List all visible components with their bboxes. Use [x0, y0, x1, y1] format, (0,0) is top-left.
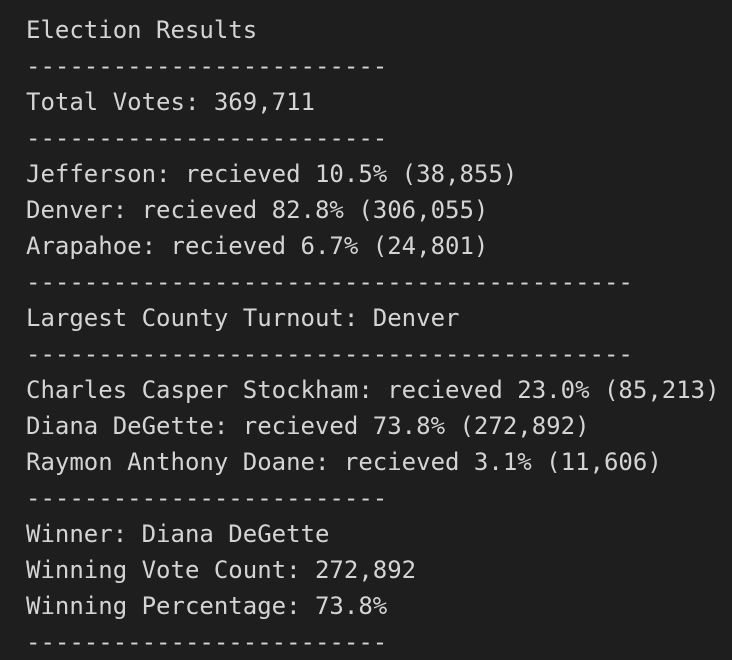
separator-line: -------------------------	[26, 52, 388, 80]
county-result-arapahoe: Arapahoe: recieved 6.7% (24,801)	[26, 232, 489, 260]
total-votes: Total Votes: 369,711	[26, 88, 315, 116]
candidate-result-doane: Raymon Anthony Doane: recieved 3.1% (11,…	[26, 448, 662, 476]
winning-percentage: Winning Percentage: 73.8%	[26, 592, 388, 620]
terminal-output[interactable]: Election Results -----------------------…	[0, 0, 732, 656]
candidate-result-stockham: Charles Casper Stockham: recieved 23.0% …	[26, 376, 720, 404]
separator-line: -------------------------	[26, 484, 388, 512]
separator-line: ----------------------------------------…	[26, 268, 633, 296]
winner: Winner: Diana DeGette	[26, 520, 330, 548]
county-result-jefferson: Jefferson: recieved 10.5% (38,855)	[26, 160, 518, 188]
header-title: Election Results	[26, 16, 258, 44]
largest-county-turnout: Largest County Turnout: Denver	[26, 304, 460, 332]
separator-line: ----------------------------------------…	[26, 340, 633, 368]
candidate-result-degette: Diana DeGette: recieved 73.8% (272,892)	[26, 412, 590, 440]
separator-line: -------------------------	[26, 628, 388, 656]
county-result-denver: Denver: recieved 82.8% (306,055)	[26, 196, 489, 224]
winning-vote-count: Winning Vote Count: 272,892	[26, 556, 417, 584]
separator-line: -------------------------	[26, 124, 388, 152]
